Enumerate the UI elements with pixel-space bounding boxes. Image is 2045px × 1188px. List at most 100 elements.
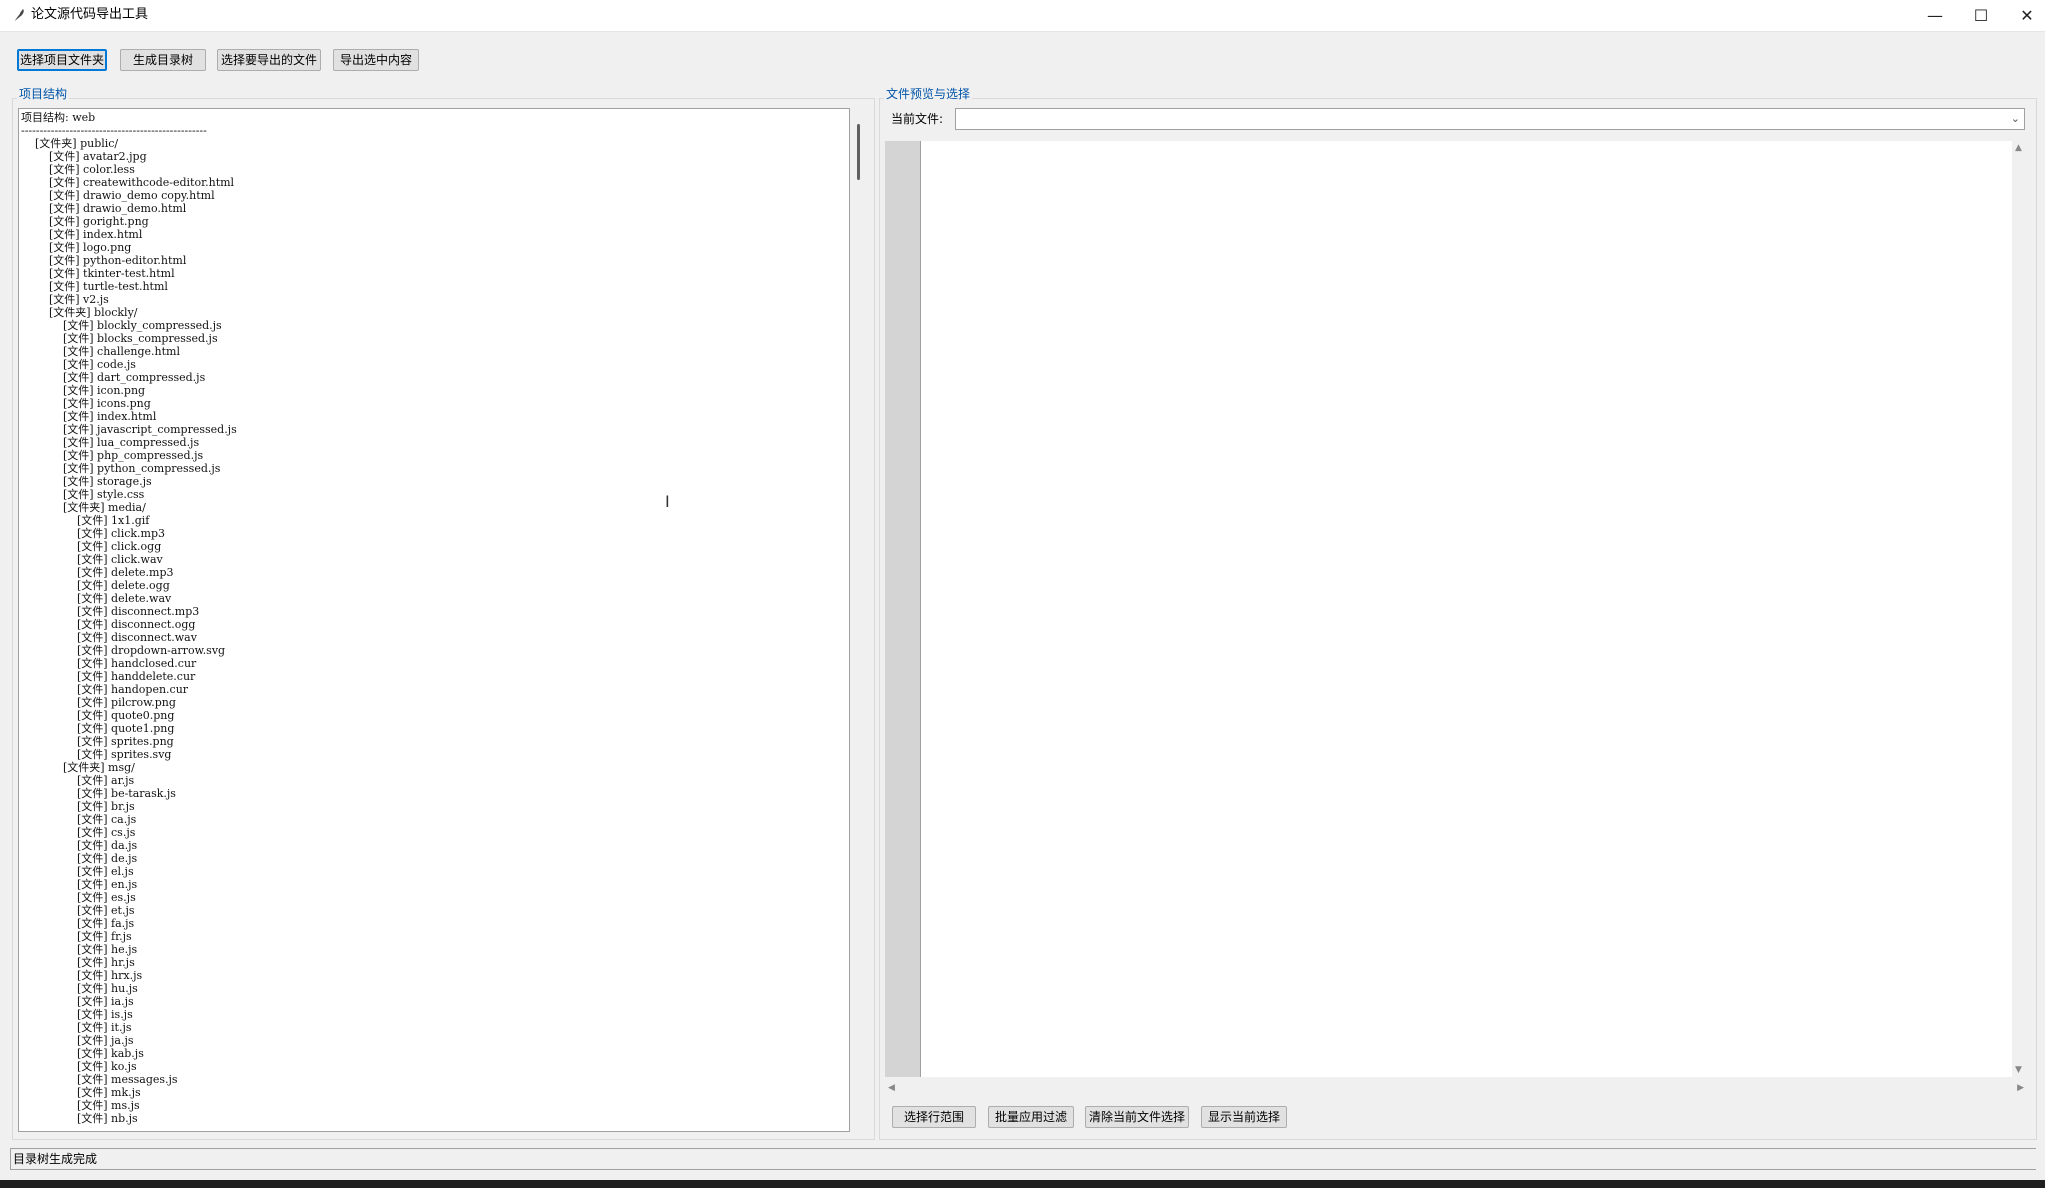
tree-line: [文件] hr.js bbox=[21, 956, 135, 969]
tree-line: [文件] tkinter-test.html bbox=[21, 267, 175, 280]
tree-line: [文件] hu.js bbox=[21, 982, 138, 995]
tree-line: [文件] disconnect.wav bbox=[21, 631, 197, 644]
tree-line: [文件] pilcrow.png bbox=[21, 696, 176, 709]
tree-line: [文件] python-editor.html bbox=[21, 254, 187, 267]
tree-line: [文件] drawio_demo copy.html bbox=[21, 189, 215, 202]
tree-line: [文件夹] msg/ bbox=[21, 761, 135, 774]
tree-line: [文件] el.js bbox=[21, 865, 134, 878]
tree-scrollbar[interactable] bbox=[852, 108, 867, 1132]
scroll-right-arrow-icon[interactable]: ▶ bbox=[2017, 1083, 2024, 1093]
tree-line: [文件] fr.js bbox=[21, 930, 132, 943]
batch-filter-button[interactable]: 批量应用过滤 bbox=[988, 1106, 1074, 1128]
ibeam-cursor-icon: I bbox=[665, 492, 670, 511]
tree-line: [文件] ia.js bbox=[21, 995, 134, 1008]
show-selection-button[interactable]: 显示当前选择 bbox=[1201, 1106, 1287, 1128]
tree-line: [文件] be-tarask.js bbox=[21, 787, 176, 800]
tree-line: [文件] es.js bbox=[21, 891, 136, 904]
tree-line: [文件] avatar2.jpg bbox=[21, 150, 147, 163]
clear-selection-button[interactable]: 清除当前文件选择 bbox=[1085, 1106, 1189, 1128]
tree-line: [文件] hrx.js bbox=[21, 969, 143, 982]
tree-line: [文件] br.js bbox=[21, 800, 135, 813]
tree-line: [文件夹] media/ bbox=[21, 501, 146, 514]
tree-line: [文件] index.html bbox=[21, 228, 143, 241]
tree-line: [文件] disconnect.ogg bbox=[21, 618, 196, 631]
tree-line: [文件] messages.js bbox=[21, 1073, 178, 1086]
tree-line: [文件] dart_compressed.js bbox=[21, 371, 206, 384]
tree-line: [文件] fa.js bbox=[21, 917, 135, 930]
select-export-files-button[interactable]: 选择要导出的文件 bbox=[217, 49, 321, 71]
select-range-button[interactable]: 选择行范围 bbox=[892, 1106, 976, 1128]
line-number-gutter bbox=[885, 141, 920, 1077]
tree-line: [文件] blocks_compressed.js bbox=[21, 332, 218, 345]
file-preview-textbox[interactable] bbox=[920, 141, 2018, 1077]
tree-line: [文件] is.js bbox=[21, 1008, 133, 1021]
tree-line: [文件] et.js bbox=[21, 904, 135, 917]
tree-line: [文件] handopen.cur bbox=[21, 683, 189, 696]
tree-line: [文件] code.js bbox=[21, 358, 136, 371]
tree-line: [文件] sprites.png bbox=[21, 735, 174, 748]
tree-line: [文件] delete.mp3 bbox=[21, 566, 174, 579]
tree-line: [文件] icons.png bbox=[21, 397, 151, 410]
tree-line: [文件] color.less bbox=[21, 163, 135, 176]
window-title: 论文源代码导出工具 bbox=[31, 7, 149, 22]
tree-line: [文件] dropdown-arrow.svg bbox=[21, 644, 226, 657]
tree-scroll-thumb[interactable] bbox=[857, 124, 860, 180]
tree-line: [文件] createwithcode-editor.html bbox=[21, 176, 235, 189]
tree-line: [文件夹] blockly/ bbox=[21, 306, 138, 319]
tree-line: [文件] disconnect.mp3 bbox=[21, 605, 200, 618]
tree-line: [文件] drawio_demo.html bbox=[21, 202, 187, 215]
tree-line: [文件] sprites.svg bbox=[21, 748, 172, 761]
tree-line: [文件] delete.wav bbox=[21, 592, 172, 605]
tree-line: [文件] mk.js bbox=[21, 1086, 141, 1099]
tree-line: [文件] javascript_compressed.js bbox=[21, 423, 237, 436]
generate-tree-button[interactable]: 生成目录树 bbox=[120, 49, 206, 71]
tree-line: ----------------------------------------… bbox=[21, 124, 207, 137]
preview-vertical-scrollbar[interactable]: ▲ ▼ bbox=[2012, 141, 2027, 1077]
tree-line: [文件] icon.png bbox=[21, 384, 146, 397]
tree-line: [文件] kab.js bbox=[21, 1047, 144, 1060]
export-selected-button[interactable]: 导出选中内容 bbox=[333, 49, 419, 71]
tree-line: [文件] quote0.png bbox=[21, 709, 175, 722]
tree-line: [文件夹] public/ bbox=[21, 137, 119, 150]
tree-line: [文件] click.wav bbox=[21, 553, 163, 566]
current-file-label: 当前文件: bbox=[891, 112, 944, 126]
project-tree-content: 项目结构: web -------------------------------… bbox=[19, 109, 849, 1125]
tree-line: [文件] ms.js bbox=[21, 1099, 140, 1112]
close-button[interactable]: ✕ bbox=[2004, 0, 2045, 31]
scroll-up-arrow-icon[interactable]: ▲ bbox=[2015, 143, 2022, 153]
tree-line: [文件] ja.js bbox=[21, 1034, 134, 1047]
tree-line: [文件] he.js bbox=[21, 943, 138, 956]
tree-line: [文件] ca.js bbox=[21, 813, 137, 826]
scroll-left-arrow-icon[interactable]: ◀ bbox=[888, 1083, 895, 1093]
maximize-button[interactable]: ☐ bbox=[1958, 0, 2004, 31]
tree-line: [文件] da.js bbox=[21, 839, 138, 852]
tree-line: [文件] storage.js bbox=[21, 475, 152, 488]
file-preview-title: 文件预览与选择 bbox=[884, 85, 973, 102]
tree-line: [文件] blockly_compressed.js bbox=[21, 319, 222, 332]
current-file-dropdown[interactable]: ⌄ bbox=[955, 108, 2025, 130]
tree-line: 项目结构: web bbox=[21, 111, 96, 124]
tree-line: [文件] nb.js bbox=[21, 1112, 138, 1125]
minimize-button[interactable]: — bbox=[1912, 0, 1958, 31]
tree-line: [文件] cs.js bbox=[21, 826, 136, 839]
tree-line: [文件] challenge.html bbox=[21, 345, 180, 358]
select-folder-button[interactable]: 选择项目文件夹 bbox=[17, 49, 107, 71]
feather-icon bbox=[13, 9, 24, 22]
tree-line: [文件] ar.js bbox=[21, 774, 135, 787]
chevron-down-icon[interactable]: ⌄ bbox=[2011, 109, 2020, 129]
tree-line: [文件] ko.js bbox=[21, 1060, 137, 1073]
title-bar: 论文源代码导出工具 — ☐ ✕ bbox=[0, 0, 2045, 32]
project-tree-textbox[interactable]: 项目结构: web -------------------------------… bbox=[18, 108, 850, 1132]
tree-line: [文件] lua_compressed.js bbox=[21, 436, 200, 449]
tree-line: [文件] quote1.png bbox=[21, 722, 175, 735]
tree-line: [文件] handclosed.cur bbox=[21, 657, 197, 670]
tree-line: [文件] v2.js bbox=[21, 293, 109, 306]
status-text: 目录树生成完成 bbox=[13, 1152, 98, 1166]
tree-line: [文件] goright.png bbox=[21, 215, 149, 228]
scroll-down-arrow-icon[interactable]: ▼ bbox=[2015, 1065, 2022, 1075]
taskbar-edge bbox=[0, 1180, 2045, 1188]
preview-horizontal-scrollbar[interactable]: ◀ ▶ bbox=[885, 1081, 2027, 1097]
tree-line: [文件] delete.ogg bbox=[21, 579, 170, 592]
tree-line: [文件] php_compressed.js bbox=[21, 449, 204, 462]
tree-line: [文件] click.ogg bbox=[21, 540, 162, 553]
